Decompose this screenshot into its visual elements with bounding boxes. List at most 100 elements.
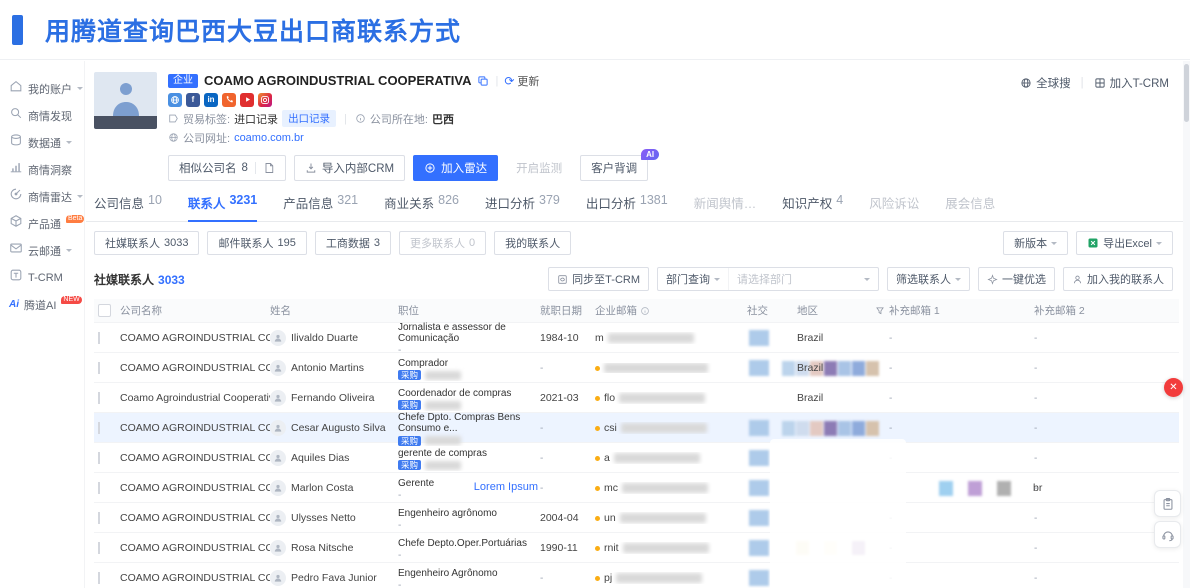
chevron-down-icon bbox=[864, 278, 870, 284]
sidebar-item-ai[interactable]: Ai腾道AINEW❯ bbox=[0, 291, 84, 318]
job-title-cell: Comprador采购 bbox=[398, 356, 540, 381]
tab-进口分析[interactable]: 进口分析379 bbox=[485, 193, 560, 222]
ai-badge: AI bbox=[641, 149, 659, 160]
scrollbar-thumb[interactable] bbox=[1184, 64, 1189, 122]
row-checkbox[interactable] bbox=[98, 452, 100, 464]
import-crm-button[interactable]: 导入内部CRM bbox=[294, 155, 405, 181]
sidebar-item-search[interactable]: 商情发现 bbox=[0, 102, 84, 129]
contact-filter-chips: 社媒联系人3033邮件联系人195工商数据3更多联系人0我的联系人 新版本 导出… bbox=[86, 231, 1183, 255]
sidebar-item-radar[interactable]: 商情雷达 bbox=[0, 183, 84, 210]
extra-email-1-cell: - bbox=[889, 533, 1034, 563]
chip-社媒联系人[interactable]: 社媒联系人3033 bbox=[94, 231, 199, 255]
filter-funnel-icon[interactable] bbox=[875, 306, 885, 316]
facebook-icon[interactable]: f bbox=[186, 93, 200, 107]
background-check-button[interactable]: 客户背调 AI bbox=[580, 155, 648, 181]
extra-email-1-cell: - bbox=[889, 323, 1034, 353]
section-actions: 同步至T-CRM 部门查询 请选择部门 筛选联系人 一键优选 加入我的联系人 bbox=[548, 267, 1173, 291]
instagram-icon[interactable] bbox=[258, 93, 272, 107]
column-header-8: 补充邮箱 1 bbox=[889, 303, 1034, 318]
tab-公司信息[interactable]: 公司信息10 bbox=[94, 193, 162, 222]
table-row[interactable]: COAMO AGROINDUSTRIAL COOPERAT...Cesar Au… bbox=[94, 413, 1179, 443]
annotation-text: Lorem Ipsum bbox=[474, 482, 538, 493]
table-row[interactable]: COAMO AGROINDUSTRIAL COOPERAT...Pedro Fa… bbox=[94, 563, 1179, 588]
table-row[interactable]: COAMO AGROINDUSTRIAL COOPERAT...Rosa Nit… bbox=[94, 533, 1179, 563]
join-radar-button[interactable]: 加入雷达 bbox=[413, 155, 498, 181]
department-query-button[interactable]: 部门查询 bbox=[658, 268, 728, 290]
chip-工商数据[interactable]: 工商数据3 bbox=[315, 231, 391, 255]
department-censored bbox=[425, 436, 461, 445]
email-status-dot bbox=[595, 426, 600, 431]
company-name-cell: COAMO AGROINDUSTRIAL COOPERAT... bbox=[120, 452, 270, 464]
youtube-icon[interactable] bbox=[240, 93, 254, 107]
filter-contacts-button[interactable]: 筛选联系人 bbox=[887, 267, 970, 291]
version-dropdown[interactable]: 新版本 bbox=[1003, 231, 1068, 255]
sidebar-item-tcrm[interactable]: T-CRM bbox=[0, 264, 84, 291]
section-title: 社媒联系人3033 bbox=[94, 271, 185, 288]
company-name-cell: COAMO AGROINDUSTRIAL COOPERAT... bbox=[120, 482, 270, 494]
contact-name: Cesar Augusto Silva bbox=[291, 422, 386, 434]
trade-tag-import[interactable]: 进口记录 bbox=[234, 111, 278, 127]
phone-icon[interactable] bbox=[222, 93, 236, 107]
row-checkbox[interactable] bbox=[98, 542, 100, 554]
tab-商业关系[interactable]: 商业关系826 bbox=[384, 193, 459, 222]
table-row[interactable]: COAMO AGROINDUSTRIAL COOPERAT... Marlon C… bbox=[94, 473, 1179, 503]
tab-出口分析[interactable]: 出口分析1381 bbox=[586, 193, 668, 222]
floating-activity-icon[interactable]: ✕ bbox=[1164, 378, 1183, 397]
column-header-5: 企业邮箱 bbox=[595, 303, 747, 318]
row-checkbox[interactable] bbox=[98, 512, 100, 524]
company-name-cell: COAMO AGROINDUSTRIAL COOPERAT... bbox=[120, 542, 270, 554]
similar-companies-button[interactable]: 相似公司名8 bbox=[168, 155, 286, 181]
sidebar-item-chart[interactable]: 商情洞察 bbox=[0, 156, 84, 183]
row-checkbox-cell bbox=[94, 422, 120, 434]
table-row[interactable]: COAMO AGROINDUSTRIAL COOPERAT...Aquiles … bbox=[94, 443, 1179, 473]
global-search-button[interactable]: 全球搜 bbox=[1020, 75, 1071, 91]
website-icon[interactable] bbox=[168, 93, 182, 107]
tab-产品信息[interactable]: 产品信息321 bbox=[283, 193, 358, 222]
copy-icon[interactable] bbox=[477, 75, 489, 87]
region-text: Brazil bbox=[797, 392, 823, 404]
sidebar-item-database[interactable]: 数据通 bbox=[0, 129, 84, 156]
row-checkbox[interactable] bbox=[98, 362, 100, 374]
job-title-subline: 采购 bbox=[398, 400, 534, 411]
table-row[interactable]: COAMO AGROINDUSTRIAL COOPERAT...Antonio … bbox=[94, 353, 1179, 383]
quick-select-button[interactable]: 一键优选 bbox=[978, 267, 1055, 291]
trade-tag-export[interactable]: 出口记录 bbox=[282, 110, 336, 127]
table-row[interactable]: Coamo Agroindustrial CooperativaFernando… bbox=[94, 383, 1179, 413]
row-checkbox[interactable] bbox=[98, 332, 100, 344]
extra-email-2-cell: - bbox=[1034, 392, 1179, 404]
company-photo[interactable] bbox=[94, 72, 157, 129]
add-my-contacts-button[interactable]: 加入我的联系人 bbox=[1063, 267, 1173, 291]
refresh-button[interactable]: ⟳更新 bbox=[504, 73, 539, 89]
tab-知识产权[interactable]: 知识产权4 bbox=[782, 193, 843, 222]
table-row[interactable]: COAMO AGROINDUSTRIAL COOPERAT...Ulysses … bbox=[94, 503, 1179, 533]
chip-我的联系人[interactable]: 我的联系人 bbox=[494, 231, 571, 255]
tab-新闻舆情…: 新闻舆情… bbox=[694, 193, 757, 222]
row-checkbox[interactable] bbox=[98, 422, 100, 434]
chip-count: 3 bbox=[374, 237, 380, 249]
dash: - bbox=[398, 580, 401, 588]
chip-邮件联系人[interactable]: 邮件联系人195 bbox=[207, 231, 306, 255]
sync-tcrm-button[interactable]: 同步至T-CRM bbox=[548, 267, 649, 291]
sidebar-item-home[interactable]: 我的账户 bbox=[0, 75, 84, 102]
column-header-2: 姓名 bbox=[270, 303, 398, 318]
linkedin-icon[interactable]: in bbox=[204, 93, 218, 107]
row-checkbox[interactable] bbox=[98, 572, 100, 584]
feedback-survey-button[interactable] bbox=[1154, 490, 1181, 517]
job-title-subline: 采购 bbox=[398, 370, 534, 381]
social-cell bbox=[747, 383, 797, 413]
select-all-checkbox[interactable] bbox=[98, 304, 111, 317]
contact-name: Marlon Costa bbox=[291, 482, 353, 494]
tab-联系人[interactable]: 联系人3231 bbox=[188, 193, 257, 222]
sidebar-item-product[interactable]: 产品通Beta bbox=[0, 210, 84, 237]
row-checkbox[interactable] bbox=[98, 482, 100, 494]
customer-service-button[interactable] bbox=[1154, 521, 1181, 548]
sidebar-item-mail[interactable]: 云邮通 bbox=[0, 237, 84, 264]
export-excel-button[interactable]: 导出Excel bbox=[1076, 231, 1173, 255]
department-select[interactable]: 请选择部门 bbox=[728, 268, 878, 290]
scrollbar[interactable] bbox=[1183, 61, 1190, 588]
row-checkbox[interactable] bbox=[98, 392, 100, 404]
join-tcrm-button[interactable]: 加入T-CRM bbox=[1094, 75, 1169, 91]
email-prefix: m bbox=[595, 332, 604, 344]
company-website-link[interactable]: coamo.com.br bbox=[234, 132, 304, 144]
table-row[interactable]: COAMO AGROINDUSTRIAL COOPERAT...Ilivaldo… bbox=[94, 323, 1179, 353]
